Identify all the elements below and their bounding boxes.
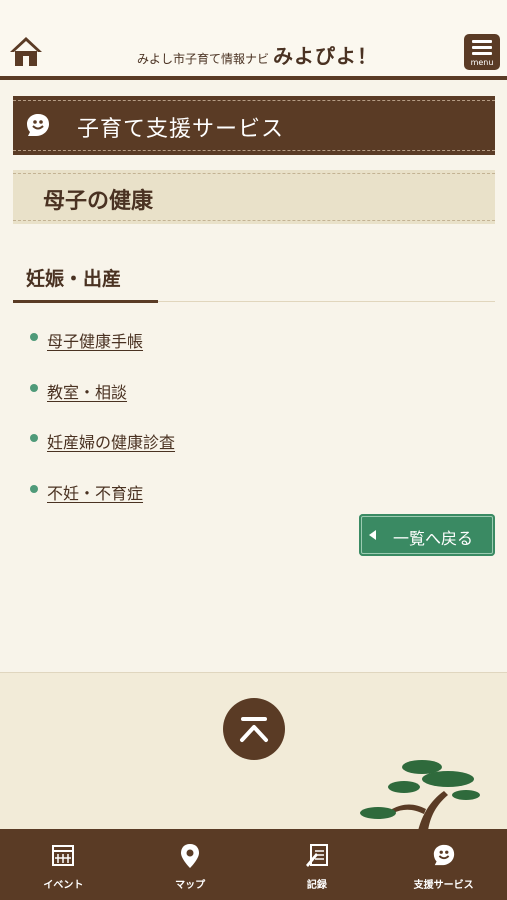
link-boshi-techo[interactable]: 母子健康手帳	[47, 328, 143, 352]
back-to-list-button[interactable]: 一覧へ戻る	[359, 514, 495, 556]
pine-tree-illustration	[360, 760, 480, 831]
calendar-icon	[52, 845, 75, 866]
support-chat-icon	[433, 844, 454, 866]
list-item: 妊産婦の健康診査	[30, 427, 430, 478]
brand-title: みよぴよ！	[273, 44, 379, 68]
bullet-icon	[30, 484, 38, 493]
section-banner: 子育て支援サービス	[13, 96, 495, 155]
tab-map[interactable]: マップ	[127, 829, 254, 900]
tab-support-service-label: 支援サービス	[413, 880, 474, 891]
back-button-label: 一覧へ戻る	[393, 529, 474, 548]
subsection-banner: 母子の健康	[13, 170, 495, 224]
subsection-title: 母子の健康	[43, 189, 154, 214]
list-item: 教室・相談	[30, 377, 430, 428]
tab-event[interactable]: イベント	[0, 829, 127, 900]
tab-map-label: マップ	[175, 880, 206, 891]
bullet-icon	[30, 333, 38, 341]
tab-record[interactable]: 記録	[254, 829, 381, 900]
category-heading: 妊娠・出産	[13, 258, 495, 303]
link-classes-consultation[interactable]: 教室・相談	[47, 379, 127, 403]
link-infertility[interactable]: 不妊・不育症	[47, 480, 143, 504]
tab-record-label: 記録	[306, 880, 327, 891]
arrow-up-icon	[240, 717, 268, 742]
record-note-icon	[305, 844, 328, 867]
tab-support-service[interactable]: 支援サービス	[380, 829, 507, 900]
back-arrow-icon	[369, 530, 376, 540]
bullet-icon	[30, 434, 38, 442]
brand-subtitle: みよし市子育て情報ナビ	[137, 52, 270, 66]
home-button[interactable]	[8, 34, 44, 70]
menu-button[interactable]: menu	[464, 34, 500, 70]
category-title: 妊娠・出産	[26, 268, 122, 290]
bullet-icon	[30, 383, 38, 392]
menu-icon	[472, 40, 492, 43]
app-brand: みよし市子育て情報ナビ みよぴよ！	[137, 40, 378, 69]
support-chat-icon	[27, 114, 49, 136]
map-pin-icon	[181, 844, 200, 868]
link-prenatal-checkup[interactable]: 妊産婦の健康診査	[47, 429, 175, 453]
tab-event-label: イベント	[43, 880, 84, 891]
link-list: 母子健康手帳 教室・相談 妊産婦の健康診査 不妊・不育症	[30, 326, 430, 528]
app-header: みよし市子育て情報ナビ みよぴよ！ menu	[0, 0, 507, 80]
section-title: 子育て支援サービス	[77, 117, 285, 142]
scroll-to-top-button[interactable]	[223, 698, 285, 760]
list-item: 母子健康手帳	[30, 326, 430, 377]
menu-label: menu	[470, 58, 494, 67]
bottom-tab-bar: イベント マップ 記録 支援サービス	[0, 829, 507, 900]
home-icon	[10, 37, 42, 66]
